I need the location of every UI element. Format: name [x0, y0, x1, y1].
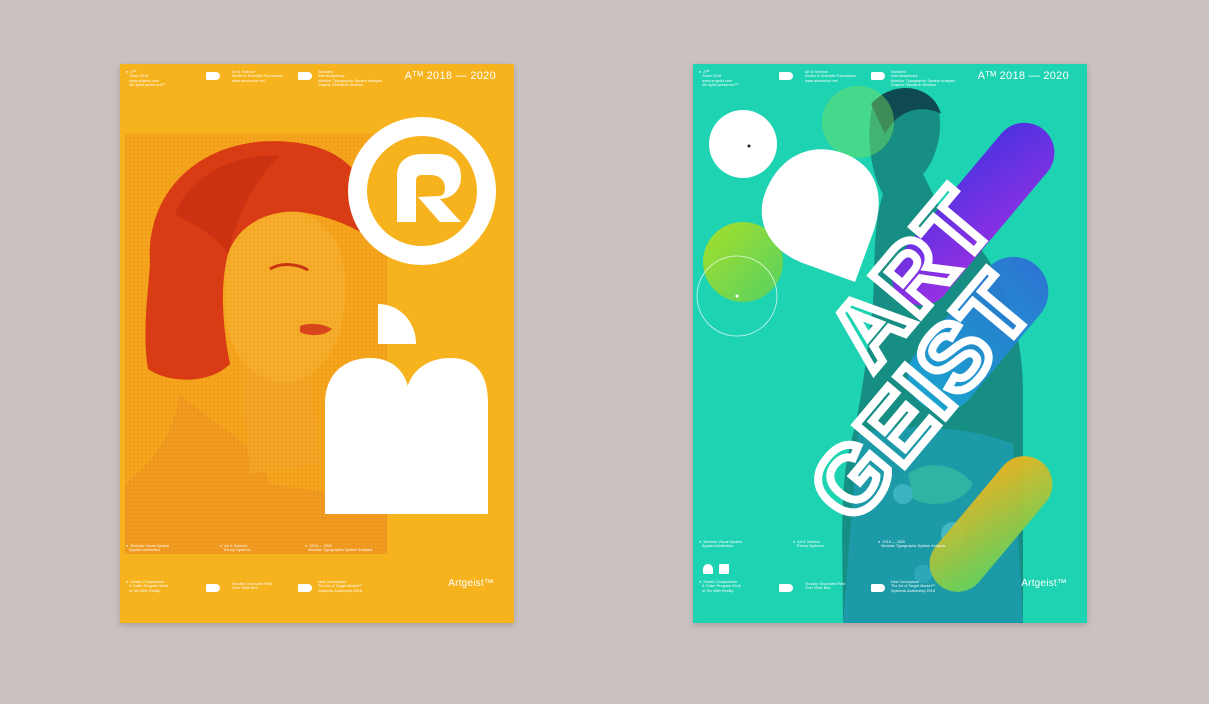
poster-yellow-artwork	[125, 117, 496, 554]
pill-icon	[871, 72, 885, 80]
stacked-pill-shapes	[325, 358, 488, 514]
header-text-3: Swissted Interdisciplinary Modular Typog…	[891, 70, 956, 88]
poster-teal: ART GEIST ● Aᵀᴹ Since 2018 www.artgeist.…	[693, 64, 1087, 623]
pill-icon	[779, 72, 793, 80]
brand-name: Artgeist™	[448, 578, 494, 589]
year-range: Aᵀᴹ 2018 — 2020	[404, 70, 496, 82]
arch-icon	[703, 564, 713, 574]
middle-text-2: ● Art & Science Theory Systems	[793, 540, 824, 549]
footer-text-2: Visually Grounded Field Over Wide Blur	[232, 582, 273, 591]
header-text-1: ● Aᵀᴹ Since 2018 www.artgeist.com All ri…	[126, 70, 166, 88]
grid-icon	[719, 564, 729, 574]
header-text-1: ● Aᵀᴹ Since 2018 www.artgeist.com All ri…	[699, 70, 739, 88]
pill-icon	[871, 584, 885, 592]
footer-text-3: New Conceptual The Art of Target Market™…	[891, 580, 936, 593]
white-circle	[709, 110, 777, 178]
r-circle-emblem	[348, 117, 496, 265]
light-green-circle	[822, 86, 894, 158]
brand-name: Artgeist™	[1021, 578, 1067, 589]
middle-text-3: ● 2018 — 2020 Modular Typographic System…	[878, 540, 946, 549]
pill-icon	[206, 584, 220, 592]
footer-text-2: Visually Grounded Field Over Wide Blur	[805, 582, 846, 591]
footer-text-3: New Conceptual The Art of Target Market™…	[318, 580, 363, 593]
header-text-2: Art & Science Studio & Scientific Founda…	[805, 70, 856, 83]
pill-icon	[206, 72, 220, 80]
middle-text-3: ● 2018 — 2020 Modular Typographic System…	[305, 544, 373, 553]
footer-text-1: ● Kinetic Composition & Order Program Wo…	[126, 580, 168, 593]
footer-text-1: ● Kinetic Composition & Order Program Wo…	[699, 580, 741, 593]
middle-text-1: ● Modular Visual System Applied Aestheti…	[699, 540, 743, 549]
middle-text-1: ● Modular Visual System Applied Aestheti…	[126, 544, 170, 553]
quarter-shape	[378, 304, 416, 344]
poster-yellow: ● Aᵀᴹ Since 2018 www.artgeist.com All ri…	[120, 64, 514, 623]
pill-icon	[298, 72, 312, 80]
pill-icon	[779, 584, 793, 592]
header-text-2: Art & Science Studio & Scientific Founda…	[232, 70, 283, 83]
year-range: Aᵀᴹ 2018 — 2020	[977, 70, 1069, 82]
header-text-3: Swissted Interdisciplinary Modular Typog…	[318, 70, 383, 88]
pill-icon	[298, 584, 312, 592]
middle-text-2: ● Art & Science Theory Systems	[220, 544, 251, 553]
